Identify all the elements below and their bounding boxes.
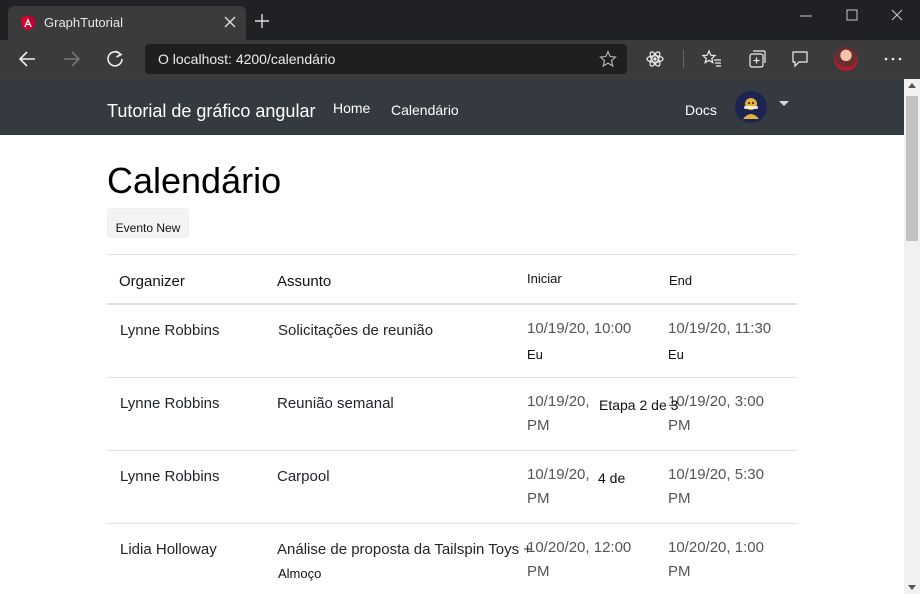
cell-end: 10/19/20, 3:00 [668,393,764,410]
cell-organizer: Lynne Robbins [120,322,220,339]
nav-link-home[interactable]: Home [333,100,370,116]
collections-icon[interactable] [746,48,768,70]
cell-end: 10/19/20, 5:30 [668,466,764,483]
forward-icon[interactable] [60,48,82,70]
new-event-button[interactable]: Evento New [107,208,189,238]
cell-end: 10/20/20, 1:00 [668,539,764,556]
cell-subject: Solicitações de reunião [278,322,434,339]
page-title: Calendário [107,160,282,201]
cell-start-suffix: Eu [527,347,543,362]
back-icon[interactable] [17,48,39,70]
cell-end: 10/19/20, 11:30 [668,320,772,337]
cell-subject: Carpool [277,468,330,485]
browser-tab[interactable]: GraphTutorial [8,6,246,40]
app-navbar: Tutorial de gráfico angular Home Calendá… [0,79,904,135]
close-window-icon[interactable] [887,6,907,26]
toolbar-separator [683,50,684,68]
cell-start-suffix: PM [527,417,550,434]
scroll-down-icon[interactable] [908,585,916,590]
step-overlay-text: 4 de [598,470,626,486]
address-bar[interactable]: O localhost: 4200/calendário [145,44,627,74]
cell-start: 10/19/20, 10:00 [527,320,632,337]
header-organizer: Organizer [119,273,185,290]
cell-start: 10/19/20, [527,466,590,483]
more-options-icon[interactable] [882,48,904,70]
user-menu-caret-icon[interactable] [779,101,789,106]
table-top-border [107,254,797,255]
feedback-icon[interactable] [789,48,811,70]
step-overlay-text: Etapa 2 de 3 [599,397,679,413]
tab-title: GraphTutorial [44,15,123,30]
minimize-icon[interactable] [796,6,816,26]
cell-start: 10/20/20, 12:00 [527,539,632,556]
cell-start: 10/19/20, [527,393,590,410]
angular-favicon-icon [21,15,35,31]
scroll-thumb[interactable] [906,96,918,241]
new-tab-icon[interactable] [253,12,271,30]
page-scrollbar[interactable] [904,79,920,594]
user-avatar[interactable] [735,91,767,123]
cell-organizer: Lynne Robbins [120,468,220,485]
react-devtools-icon[interactable] [644,48,666,70]
favorite-star-icon[interactable] [599,50,617,68]
table-header-border [107,303,797,305]
browser-toolbar: O localhost: 4200/calendário [0,40,920,79]
close-tab-icon[interactable] [222,14,238,30]
header-end: End [669,273,693,288]
refresh-icon[interactable] [104,48,126,70]
address-text: O localhost: 4200/calendário [158,51,336,67]
cell-subject: Análise de proposta da Tailspin Toys + [277,541,533,558]
cell-end-suffix: PM [668,490,691,507]
table-row-divider [107,523,797,524]
cell-end-suffix: PM [668,563,691,580]
nav-link-docs[interactable]: Docs [685,102,717,118]
user-avatar-icon [735,91,767,123]
nav-link-calendar[interactable]: Calendário [391,102,459,118]
cell-end-suffix: Eu [668,347,684,362]
table-row-divider [107,377,797,378]
navbar-brand[interactable]: Tutorial de gráfico angular [107,101,315,122]
cell-end-suffix: PM [668,417,691,434]
maximize-icon[interactable] [842,6,862,26]
scroll-up-icon[interactable] [908,83,916,88]
cell-start-suffix: PM [527,490,550,507]
favorites-icon[interactable] [701,48,723,70]
cell-organizer: Lynne Robbins [120,395,220,412]
header-start: Iniciar [527,271,562,286]
browser-profile-avatar[interactable] [834,47,858,71]
header-subject: Assunto [277,273,332,290]
cell-start-suffix: PM [527,563,550,580]
cell-subject-line2: Almoço [278,566,322,581]
cell-subject: Reunião semanal [277,395,394,412]
cell-organizer: Lidia Holloway [120,541,217,558]
browser-titlebar: GraphTutorial [0,0,920,40]
table-row-divider [107,450,797,451]
